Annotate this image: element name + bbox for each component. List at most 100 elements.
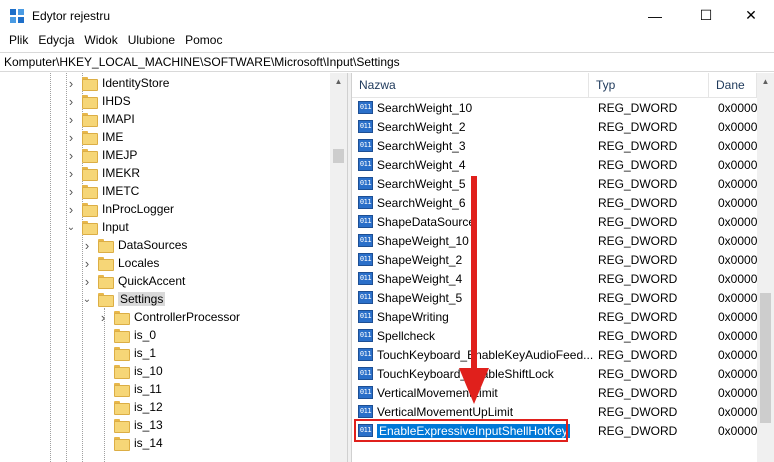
menu-widok[interactable]: Widok bbox=[79, 31, 122, 51]
tree-scrollbar-thumb[interactable] bbox=[333, 149, 344, 163]
value-data: 0x00000 bbox=[718, 271, 758, 286]
value-data: 0x00000 bbox=[718, 252, 758, 267]
chevron-down-icon[interactable]: ⌄ bbox=[66, 222, 76, 233]
registry-value-row[interactable]: 011 TouchKeyboard_EnableKeyAudioFeed... RE… bbox=[352, 345, 758, 364]
chevron-right-icon[interactable]: › bbox=[66, 76, 76, 91]
tree-node-is-1[interactable]: is_1 bbox=[98, 344, 156, 362]
registry-value-row[interactable]: 011 SearchWeight_2 REG_DWORD 0x00000 bbox=[352, 117, 758, 136]
title-bar: Edytor rejestru — ☐ ✕ bbox=[0, 0, 774, 31]
folder-icon bbox=[82, 202, 98, 217]
close-button[interactable]: ✕ bbox=[728, 0, 774, 31]
menu-ulubione[interactable]: Ulubione bbox=[123, 31, 180, 51]
tree-node-is-13[interactable]: is_13 bbox=[98, 416, 163, 434]
registry-value-row[interactable]: 011 ShapeDataSource REG_DWORD 0x00000 bbox=[352, 212, 758, 231]
tree-node-imejp[interactable]: › IMEJP bbox=[66, 146, 137, 164]
tree-node-is-0[interactable]: is_0 bbox=[98, 326, 156, 344]
chevron-right-icon[interactable]: › bbox=[82, 238, 92, 253]
column-header-type[interactable]: Typ bbox=[589, 73, 709, 98]
column-header-data[interactable]: Dane bbox=[709, 73, 757, 98]
window-title: Edytor rejestru bbox=[32, 9, 111, 23]
folder-icon bbox=[114, 346, 130, 361]
chevron-right-icon[interactable]: › bbox=[66, 94, 76, 109]
registry-value-row[interactable]: 011 SearchWeight_5 REG_DWORD 0x00000 bbox=[352, 174, 758, 193]
tree-node-controllerprocessor[interactable]: › ControllerProcessor bbox=[98, 308, 240, 326]
list-scrollbar[interactable]: ▲ bbox=[757, 73, 774, 462]
tree-node-is-11[interactable]: is_11 bbox=[98, 380, 162, 398]
column-header-name[interactable]: Nazwa bbox=[352, 73, 589, 98]
value-name: Spellcheck bbox=[377, 328, 436, 343]
registry-value-row[interactable]: 011 ShapeWeight_5 REG_DWORD 0x00000 bbox=[352, 288, 758, 307]
tree-node-imapi[interactable]: › IMAPI bbox=[66, 110, 135, 128]
tree-node-ime[interactable]: › IME bbox=[66, 128, 123, 146]
value-data: 0x00000 bbox=[718, 100, 758, 115]
value-type: REG_DWORD bbox=[598, 290, 678, 305]
value-data: 0x00000 bbox=[718, 423, 758, 438]
reg-dword-icon: 011 bbox=[358, 367, 373, 380]
chevron-right-icon[interactable]: › bbox=[66, 184, 76, 199]
tree-node-is-10[interactable]: is_10 bbox=[98, 362, 163, 380]
folder-icon bbox=[98, 256, 114, 271]
chevron-right-icon[interactable]: › bbox=[66, 148, 76, 163]
tree-node-datasources[interactable]: › DataSources bbox=[82, 236, 187, 254]
value-name: TouchKeyboard_EnableKeyAudioFeed... bbox=[377, 347, 594, 362]
value-type: REG_DWORD bbox=[598, 100, 678, 115]
tree-node-settings[interactable]: ⌄ Settings bbox=[82, 290, 166, 308]
reg-dword-icon: 011 bbox=[358, 310, 373, 323]
reg-dword-icon: 011 bbox=[358, 139, 373, 152]
menu-edycja[interactable]: Edycja bbox=[33, 31, 79, 51]
value-name: ShapeWeight_10 bbox=[377, 233, 469, 248]
reg-dword-icon: 011 bbox=[358, 234, 373, 247]
value-data: 0x00000 bbox=[718, 290, 758, 305]
registry-value-row[interactable]: 011 ShapeWeight_4 REG_DWORD 0x00000 bbox=[352, 269, 758, 288]
registry-value-row[interactable]: 011 VerticalMovementLimit REG_DWORD 0x00000 bbox=[352, 383, 758, 402]
tree-node-label: DataSources bbox=[118, 238, 188, 252]
chevron-right-icon[interactable]: › bbox=[66, 202, 76, 217]
chevron-right-icon[interactable]: › bbox=[66, 112, 76, 127]
value-type: REG_DWORD bbox=[598, 138, 678, 153]
tree-node-is-14[interactable]: is_14 bbox=[98, 434, 163, 452]
tree-node-is-12[interactable]: is_12 bbox=[98, 398, 163, 416]
tree-node-ihds[interactable]: › IHDS bbox=[66, 92, 131, 110]
tree-node-imekr[interactable]: › IMEKR bbox=[66, 164, 140, 182]
registry-value-row[interactable]: 011 TouchKeyboard_EnableShiftLock REG_DWOR… bbox=[352, 364, 758, 383]
menu-plik[interactable]: Plik bbox=[4, 31, 33, 51]
tree-node-inproclogger[interactable]: › InProcLogger bbox=[66, 200, 174, 218]
registry-value-row[interactable]: 011 ShapeWeight_2 REG_DWORD 0x00000 bbox=[352, 250, 758, 269]
list-scrollbar-thumb[interactable] bbox=[760, 293, 771, 423]
value-data: 0x00000 bbox=[718, 119, 758, 134]
chevron-right-icon[interactable]: › bbox=[66, 130, 76, 145]
folder-icon bbox=[114, 310, 130, 325]
maximize-button[interactable]: ☐ bbox=[683, 0, 729, 31]
value-data: 0x00000 bbox=[718, 233, 758, 248]
chevron-right-icon[interactable]: › bbox=[82, 256, 92, 271]
chevron-right-icon[interactable]: › bbox=[98, 310, 108, 325]
registry-value-row[interactable]: 011 SearchWeight_4 REG_DWORD 0x00000 bbox=[352, 155, 758, 174]
scroll-up-icon[interactable]: ▲ bbox=[757, 73, 774, 90]
registry-value-row[interactable]: 011 SearchWeight_6 REG_DWORD 0x00000 bbox=[352, 193, 758, 212]
chevron-right-icon[interactable]: › bbox=[66, 166, 76, 181]
tree-node-imetc[interactable]: › IMETC bbox=[66, 182, 139, 200]
address-bar[interactable]: Komputer\HKEY_LOCAL_MACHINE\SOFTWARE\Mic… bbox=[0, 52, 774, 72]
minimize-button[interactable]: — bbox=[632, 0, 678, 31]
value-name: ShapeWeight_2 bbox=[377, 252, 463, 267]
registry-value-row[interactable]: 011 SearchWeight_3 REG_DWORD 0x00000 bbox=[352, 136, 758, 155]
tree-node-label: Input bbox=[102, 220, 129, 234]
registry-value-row[interactable]: 011 SearchWeight_10 REG_DWORD 0x00000 bbox=[352, 98, 758, 117]
registry-value-row[interactable]: 011 ShapeWriting REG_DWORD 0x00000 bbox=[352, 307, 758, 326]
menu-pomoc[interactable]: Pomoc bbox=[180, 31, 227, 51]
value-name-cell: 011 TouchKeyboard_EnableShiftLock bbox=[358, 367, 554, 381]
chevron-down-icon[interactable]: ⌄ bbox=[82, 294, 92, 305]
tree-node-identitystore[interactable]: › IdentityStore bbox=[66, 74, 169, 92]
tree-node-input[interactable]: ⌄ Input bbox=[66, 218, 129, 236]
scroll-up-icon[interactable]: ▲ bbox=[330, 73, 347, 90]
tree-node-quickaccent[interactable]: › QuickAccent bbox=[82, 272, 185, 290]
registry-value-row[interactable]: 011 Spellcheck REG_DWORD 0x00000 bbox=[352, 326, 758, 345]
value-name: ShapeWeight_5 bbox=[377, 290, 463, 305]
chevron-right-icon[interactable]: › bbox=[82, 274, 92, 289]
tree-node-locales[interactable]: › Locales bbox=[82, 254, 159, 272]
registry-value-row[interactable]: 011 ShapeWeight_10 REG_DWORD 0x00000 bbox=[352, 231, 758, 250]
tree-scrollbar[interactable]: ▲ bbox=[330, 73, 347, 462]
values-list-pane: Nazwa Typ Dane 011 SearchWeight_10 REG_DWO… bbox=[352, 73, 774, 462]
